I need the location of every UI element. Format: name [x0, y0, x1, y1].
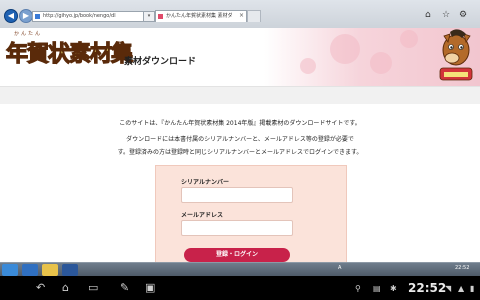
- home-icon[interactable]: ⌂: [425, 10, 431, 20]
- intro-text-line-2: ダウンロードには本書付属のシリアルナンバーと、メールアドレス等の登録が必要で: [126, 136, 354, 143]
- tab-favicon-icon: [158, 14, 163, 19]
- tray-clock[interactable]: 22:52: [455, 265, 469, 271]
- serial-number-label: シリアルナンバー: [181, 179, 229, 186]
- tab-title: かんたん年賀状素材集 素材ダウ...: [166, 13, 232, 19]
- screenshot-icon[interactable]: ▣: [145, 282, 155, 294]
- folder-taskbar-icon[interactable]: [42, 264, 58, 276]
- register-login-button[interactable]: 登録・ログイン: [184, 248, 290, 262]
- gear-icon[interactable]: ⚙: [459, 10, 467, 20]
- browser-toolbar: ◀ ▶ http://gihyo.jp/book/nengo/dl ▾ かんたん…: [0, 0, 480, 29]
- windows-start-icon[interactable]: [2, 264, 18, 276]
- address-bar[interactable]: http://gihyo.jp/book/nengo/dl: [32, 11, 144, 22]
- sakura-decoration: [370, 52, 392, 74]
- usb-status-icon: ⚲: [355, 284, 361, 293]
- email-input[interactable]: [181, 220, 293, 236]
- intro-text-line-1: このサイトは、『かんたん年賀状素材集 2014年版』掲載素材のダウンロードサイト…: [119, 120, 361, 127]
- page-title: 素材ダウンロード: [124, 57, 197, 67]
- address-text: http://gihyo.jp/book/nengo/dl: [43, 13, 116, 19]
- back-button[interactable]: ◀: [4, 9, 18, 23]
- forward-arrow-icon: ▶: [22, 11, 30, 20]
- word-taskbar-icon[interactable]: [62, 264, 78, 276]
- sakura-decoration: [300, 58, 316, 74]
- home-nav-icon[interactable]: ⌂: [62, 282, 69, 294]
- edit-icon[interactable]: ✎: [120, 282, 129, 294]
- email-label: メールアドレス: [181, 212, 224, 219]
- header-divider: [0, 86, 480, 105]
- back-arrow-icon: ◀: [7, 11, 15, 20]
- signal-status-icon: ▲: [458, 284, 465, 293]
- tray-language[interactable]: A: [338, 265, 341, 271]
- intro-text-line-3: す。登録済みの方は登録時と同じシリアルナンバーとメールアドレスでログインできます…: [117, 149, 363, 156]
- android-navigation-bar: ↶ ⌂ ▭ ✎ ▣ ⚲ ▤ ✱ 22:52 ◥ ▲ ▮: [0, 276, 480, 300]
- notification-icon: ▤: [373, 284, 381, 293]
- new-tab-button[interactable]: [247, 10, 261, 22]
- sakura-decoration: [330, 34, 360, 64]
- star-icon[interactable]: ☆: [442, 10, 450, 20]
- battery-status-icon: ▮: [470, 284, 475, 293]
- horse-mascot-icon: [439, 29, 473, 81]
- debug-status-icon: ✱: [390, 284, 397, 293]
- forward-button[interactable]: ▶: [19, 9, 33, 23]
- ie-taskbar-icon[interactable]: [22, 264, 38, 276]
- page-favicon-icon: [35, 14, 40, 19]
- sakura-decoration: [400, 30, 418, 48]
- wifi-status-icon: ◥: [445, 284, 452, 293]
- windows-taskbar: A 22:52: [0, 262, 480, 277]
- recent-apps-icon[interactable]: ▭: [88, 282, 98, 294]
- back-nav-icon[interactable]: ↶: [36, 282, 45, 294]
- site-logo[interactable]: かんたん 年賀状素材集: [5, 30, 133, 70]
- tab-close-icon[interactable]: ×: [239, 12, 244, 19]
- logo-text: 年賀状素材集: [5, 41, 133, 67]
- android-clock: 22:52: [408, 281, 447, 295]
- tab-active[interactable]: かんたん年賀状素材集 素材ダウ... ×: [155, 10, 247, 22]
- address-dropdown-button[interactable]: ▾: [143, 11, 155, 22]
- serial-number-input[interactable]: [181, 187, 293, 203]
